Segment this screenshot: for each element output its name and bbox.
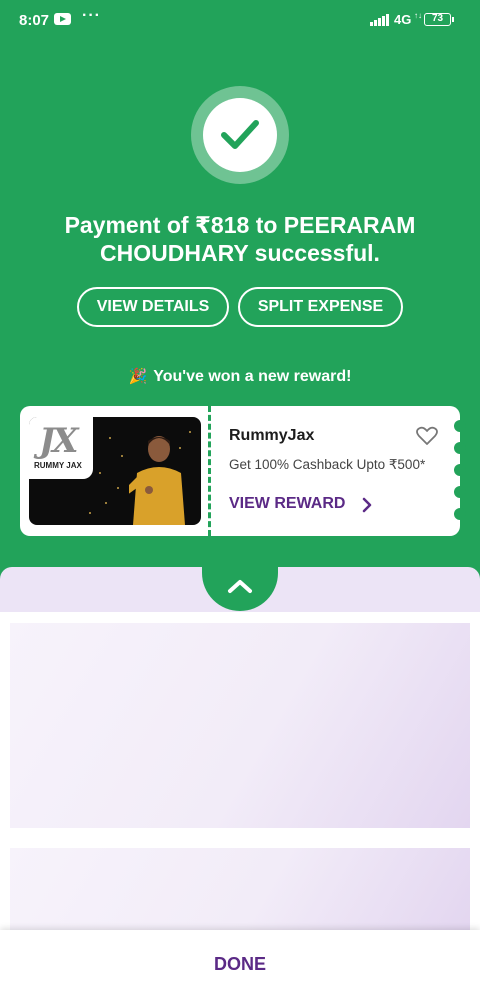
signal-icon: [370, 14, 389, 26]
ticket-notch: [454, 486, 466, 498]
party-popper-icon: 🎉: [128, 368, 148, 385]
status-bar: 8:07 ··· 4G ↑↓ 73: [0, 0, 480, 42]
loading-placeholder-card: [10, 623, 470, 828]
bottom-bar: DONE: [0, 930, 480, 998]
ticket-notch: [454, 508, 466, 520]
youtube-icon: [54, 13, 71, 25]
chevron-up-icon: [228, 580, 252, 593]
network-type: 4G: [394, 12, 412, 27]
data-activity-icon: ↑↓: [414, 11, 422, 20]
done-button[interactable]: DONE: [0, 930, 480, 998]
ticket-notch: [454, 464, 466, 476]
ticket-notch: [454, 420, 466, 432]
status-time: 8:07: [19, 12, 50, 29]
loading-placeholder-card: [10, 848, 470, 930]
success-check-icon: [191, 86, 289, 184]
reward-description: Get 100% Cashback Upto ₹500*: [229, 457, 426, 472]
view-reward-button[interactable]: VIEW REWARD: [229, 495, 345, 513]
reward-brand-name: RummyJax: [229, 427, 315, 444]
rummyjax-logo: JX RUMMY JAX: [29, 417, 93, 479]
reward-banner: 🎉 You've won a new reward!: [0, 367, 480, 386]
view-details-button[interactable]: VIEW DETAILS: [77, 287, 229, 327]
reward-card[interactable]: JX RUMMY JAX RummyJax Get 100% Cashback …: [20, 406, 466, 536]
payment-status-message: Payment of ₹818 to PEERARAM CHOUDHARY su…: [64, 212, 416, 266]
reward-banner-text: You've won a new reward!: [153, 368, 352, 385]
ticket-divider: [208, 406, 211, 536]
promo-person-illustration: [129, 436, 185, 525]
heart-icon[interactable]: [416, 426, 438, 446]
battery-icon: 73: [424, 13, 454, 26]
ticket-notch: [454, 442, 466, 454]
split-expense-button[interactable]: SPLIT EXPENSE: [238, 287, 403, 327]
logo-mark: JX: [39, 421, 79, 461]
chevron-right-icon[interactable]: [361, 496, 373, 514]
reward-image: JX RUMMY JAX: [29, 417, 201, 525]
more-notifications-icon: ···: [82, 7, 101, 24]
logo-text: RUMMY JAX: [34, 461, 82, 470]
